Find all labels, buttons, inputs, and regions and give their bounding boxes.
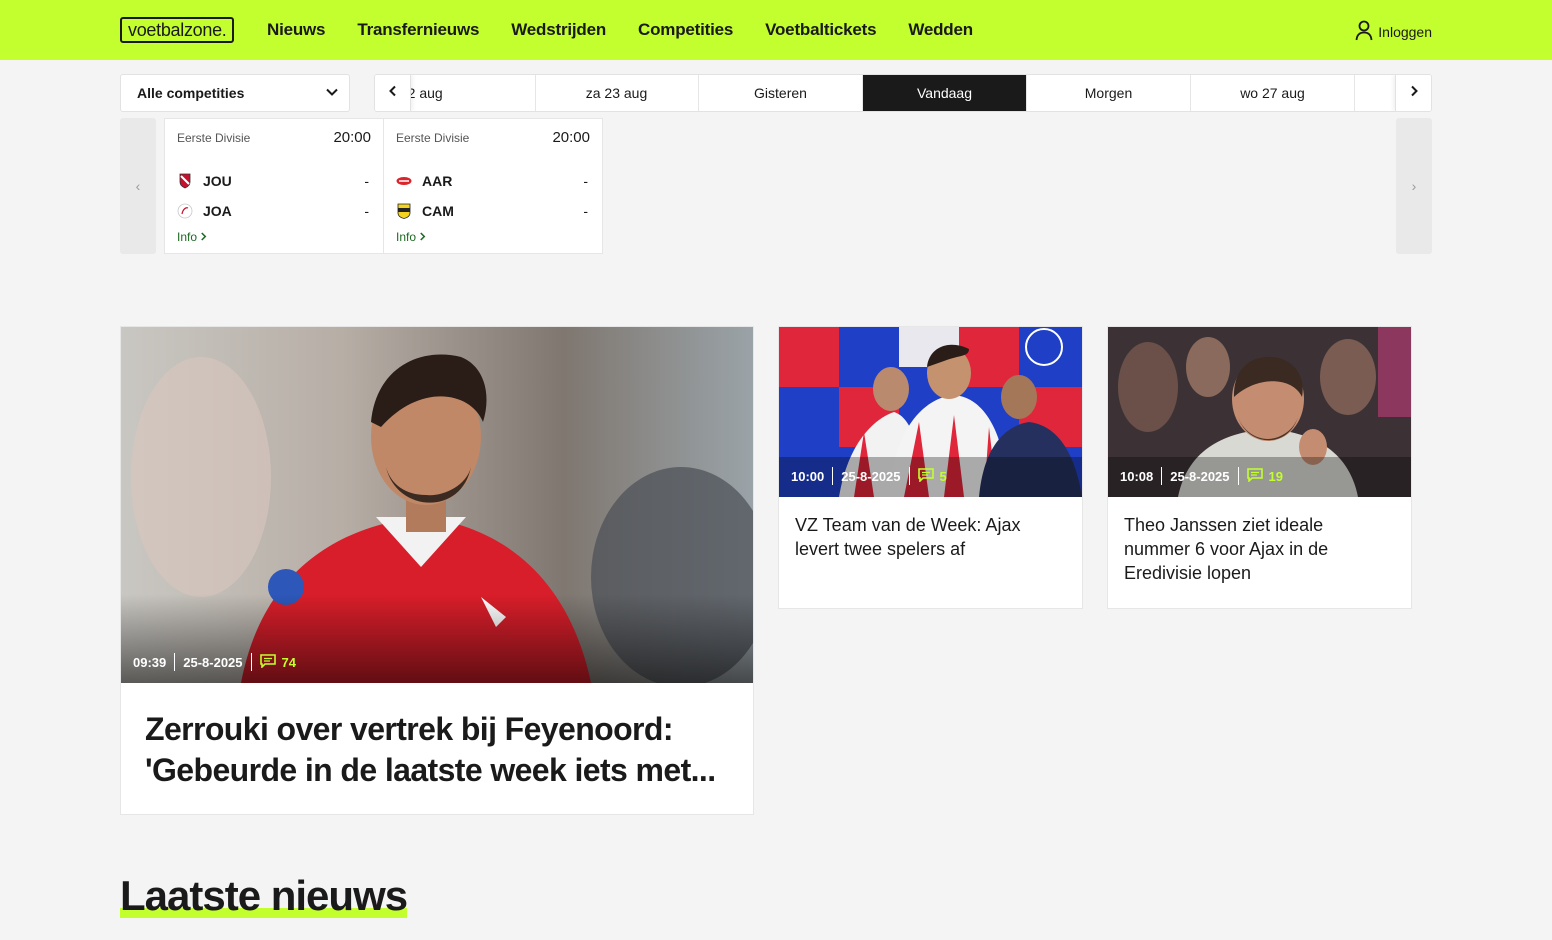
article-date: 25-8-2025 xyxy=(183,654,243,670)
article-title[interactable]: VZ Team van de Week: Ajax levert twee sp… xyxy=(795,513,1065,561)
logo-dot: . xyxy=(221,19,227,40)
nav-item-voetbaltickets[interactable]: Voetbaltickets xyxy=(765,20,876,40)
date-tab-label: Morgen xyxy=(1084,85,1133,101)
comment-count-value: 74 xyxy=(281,654,296,670)
date-tab[interactable]: wo 27 aug xyxy=(1191,75,1355,111)
main-nav: Nieuws Transfernieuws Wedstrijden Compet… xyxy=(267,0,973,60)
match-away-team: JOA - xyxy=(177,201,369,221)
section-title: Laatste nieuws xyxy=(120,872,408,920)
date-strip: vr 22 aug za 23 aug Gisteren Vandaag Mor… xyxy=(374,74,1432,112)
article-image: 10:00 25-8-2025 5 xyxy=(779,327,1082,497)
team-crest-icon xyxy=(177,203,193,219)
date-tab-label: za 23 aug xyxy=(585,85,648,101)
nav-item-transfernieuws[interactable]: Transfernieuws xyxy=(357,20,479,40)
match-time: 20:00 xyxy=(333,129,371,146)
date-tab-label: Gisteren xyxy=(754,85,807,101)
article-meta: 10:08 25-8-2025 19 xyxy=(1120,467,1283,485)
article-card[interactable]: 10:08 25-8-2025 19 Theo Janssen ziet ide… xyxy=(1107,326,1412,609)
voetbalzone-logo[interactable]: voetbalzone. xyxy=(120,17,235,43)
article-time: 10:08 xyxy=(1120,468,1154,484)
match-card[interactable]: Eerste Divisie 20:00 JOU - JOA - Info xyxy=(164,118,384,254)
article-title[interactable]: Theo Janssen ziet ideale nummer 6 voor A… xyxy=(1124,513,1394,585)
logo-text: voetbalzone xyxy=(128,19,222,40)
comment-count-value: 19 xyxy=(1268,468,1283,484)
user-icon xyxy=(1354,19,1374,44)
match-home-team: AAR - xyxy=(396,171,588,191)
section-title-text: Laatste nieuws xyxy=(120,872,408,919)
team-score: - xyxy=(364,203,369,219)
nav-item-nieuws[interactable]: Nieuws xyxy=(267,20,326,40)
date-tab[interactable]: Gisteren xyxy=(699,75,863,111)
competition-select[interactable]: Alle competities xyxy=(120,74,350,112)
featured-article-meta: 09:39 25-8-2025 74 xyxy=(133,653,296,671)
date-tab[interactable]: za 23 aug xyxy=(535,75,699,111)
nav-item-competities[interactable]: Competities xyxy=(638,20,733,40)
match-info-link[interactable]: Info xyxy=(396,230,426,244)
featured-article[interactable]: 09:39 25-8-2025 74 Zerrouki over vertrek… xyxy=(120,326,754,815)
date-tab-label: Vandaag xyxy=(916,85,972,101)
article-time: 10:00 xyxy=(791,468,825,484)
article-card[interactable]: 10:00 25-8-2025 5 VZ Team van de Week: A… xyxy=(778,326,1083,609)
comment-count-value: 5 xyxy=(939,468,947,484)
nav-item-wedden[interactable]: Wedden xyxy=(908,20,973,40)
chevron-right-icon xyxy=(1408,84,1420,102)
featured-article-title[interactable]: Zerrouki over vertrek bij Feyenoord: 'Ge… xyxy=(145,709,725,791)
comment-count[interactable]: 19 xyxy=(1246,467,1283,485)
chevron-right-icon xyxy=(419,230,426,244)
login-button[interactable]: Inloggen xyxy=(1354,19,1432,44)
team-abbreviation: JOA xyxy=(203,203,232,219)
competition-select-value: Alle competities xyxy=(137,85,245,101)
date-tab-active[interactable]: Vandaag xyxy=(863,75,1027,111)
team-crest-icon xyxy=(177,173,193,189)
match-competition: Eerste Divisie xyxy=(396,130,470,145)
article-date: 25-8-2025 xyxy=(1170,468,1230,484)
team-crest-icon xyxy=(396,203,412,219)
team-abbreviation: CAM xyxy=(422,203,454,219)
match-competition: Eerste Divisie xyxy=(177,130,251,145)
date-next-button[interactable] xyxy=(1395,75,1431,111)
login-label: Inloggen xyxy=(1378,23,1432,40)
article-image: 10:08 25-8-2025 19 xyxy=(1108,327,1411,497)
chevron-left-icon xyxy=(387,84,399,102)
match-info-label: Info xyxy=(177,230,198,244)
article-meta: 10:00 25-8-2025 5 xyxy=(791,467,947,485)
matches-prev-button[interactable]: ‹ xyxy=(120,118,156,254)
team-abbreviation: JOU xyxy=(203,173,232,189)
comment-icon xyxy=(917,467,934,485)
match-info-label: Info xyxy=(396,230,417,244)
article-date: 25-8-2025 xyxy=(841,468,901,484)
article-time: 09:39 xyxy=(133,654,167,670)
nav-item-wedstrijden[interactable]: Wedstrijden xyxy=(511,20,606,40)
comment-icon xyxy=(259,653,276,671)
chevron-left-icon: ‹ xyxy=(135,178,141,194)
date-tab-label: wo 27 aug xyxy=(1240,85,1305,101)
match-info-link[interactable]: Info xyxy=(177,230,207,244)
chevron-down-icon xyxy=(325,85,339,102)
date-prev-button[interactable] xyxy=(375,75,411,111)
matches-next-button[interactable]: › xyxy=(1396,118,1432,254)
chevron-right-icon xyxy=(200,230,207,244)
team-crest-icon xyxy=(396,173,412,189)
team-score: - xyxy=(583,203,588,219)
match-away-team: CAM - xyxy=(396,201,588,221)
team-abbreviation: AAR xyxy=(422,173,453,189)
top-navigation-bar: voetbalzone. Nieuws Transfernieuws Wedst… xyxy=(0,0,1552,60)
featured-article-image: 09:39 25-8-2025 74 xyxy=(121,327,753,683)
match-time: 20:00 xyxy=(552,129,590,146)
comment-icon xyxy=(1246,467,1263,485)
comment-count[interactable]: 74 xyxy=(259,653,296,671)
chevron-right-icon: › xyxy=(1411,178,1417,194)
team-score: - xyxy=(583,173,588,189)
match-home-team: JOU - xyxy=(177,171,369,191)
match-card[interactable]: Eerste Divisie 20:00 AAR - CAM - Info xyxy=(383,118,603,254)
comment-count[interactable]: 5 xyxy=(917,467,947,485)
team-score: - xyxy=(364,173,369,189)
date-tab[interactable]: Morgen xyxy=(1027,75,1191,111)
